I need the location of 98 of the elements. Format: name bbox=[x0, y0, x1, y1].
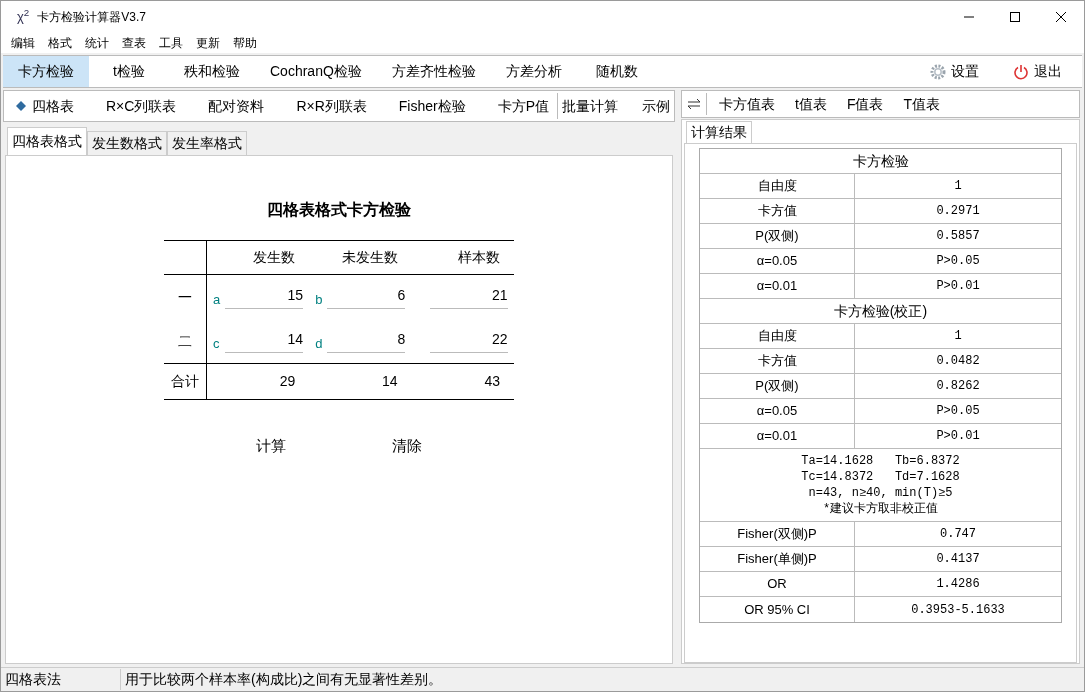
main-tab[interactable]: t检验 bbox=[89, 56, 169, 87]
row-label: 一 bbox=[178, 287, 192, 307]
maximize-icon bbox=[1010, 12, 1020, 22]
sub-tab[interactable]: Fisher检验 bbox=[386, 91, 478, 121]
result-value: P>0.05 bbox=[936, 403, 980, 420]
total-value: 29 bbox=[279, 372, 296, 391]
result-label: P(双侧) bbox=[755, 227, 799, 246]
result-tab[interactable]: 计算结果 bbox=[686, 121, 752, 143]
cell-tag: b bbox=[315, 290, 326, 310]
result-value: 1 bbox=[954, 178, 962, 195]
result-value: P>0.01 bbox=[936, 428, 980, 445]
format-tab[interactable]: 四格表格式 bbox=[7, 127, 87, 155]
gear-icon bbox=[930, 63, 946, 80]
result-label: Fisher(双侧)P bbox=[737, 525, 817, 544]
count-field[interactable]: 22 bbox=[429, 329, 508, 353]
result-label: OR bbox=[767, 575, 787, 594]
settings-button[interactable]: 设置 bbox=[930, 61, 979, 82]
cell-tag: a bbox=[213, 290, 223, 310]
sub-tab[interactable]: 四格表 bbox=[4, 91, 86, 121]
result-label: 自由度 bbox=[757, 177, 797, 196]
result-value: 0.5857 bbox=[936, 228, 980, 245]
result-label: α=0.05 bbox=[756, 252, 798, 271]
sub-tab[interactable]: R×C列联表 bbox=[94, 91, 189, 121]
cell-tag: d bbox=[315, 334, 326, 354]
result-value: 0.2971 bbox=[936, 203, 980, 220]
total-value: 43 bbox=[484, 372, 500, 391]
main-tab[interactable]: 卡方检验 bbox=[3, 56, 89, 87]
action-button[interactable]: 计算 bbox=[248, 435, 294, 458]
status-text: 用于比较两个样本率(构成比)之间有无显著性差别。 bbox=[124, 670, 443, 689]
table-tab[interactable]: T值表 bbox=[897, 93, 946, 115]
menu-item[interactable]: 更新 bbox=[196, 34, 220, 52]
main-tab[interactable]: 方差齐性检验 bbox=[376, 56, 491, 87]
diamond-icon bbox=[16, 101, 26, 111]
sub-tab[interactable]: 批量计算 bbox=[558, 91, 622, 121]
result-value: 1.4286 bbox=[936, 576, 980, 593]
action-button[interactable]: 清除 bbox=[384, 435, 430, 458]
sub-tab[interactable]: 示例 bbox=[638, 91, 674, 121]
count-field[interactable]: 6 bbox=[327, 285, 406, 309]
result-value: 0.3953-5.1633 bbox=[911, 601, 1005, 619]
sub-tab[interactable]: 卡方P值 bbox=[485, 91, 561, 121]
note-line: Ta=14.1628 Tb=6.8372 bbox=[801, 453, 960, 469]
count-field[interactable]: 8 bbox=[327, 329, 406, 353]
exit-button[interactable]: 退出 bbox=[1013, 61, 1062, 82]
close-icon bbox=[1056, 12, 1066, 22]
result-value: 1 bbox=[954, 328, 962, 345]
result-label: α=0.01 bbox=[756, 277, 798, 296]
app-icon: χ$^{2}$ bbox=[17, 7, 30, 27]
main-tab[interactable]: 随机数 bbox=[576, 56, 657, 87]
total-value: 14 bbox=[382, 372, 398, 391]
power-icon bbox=[1013, 63, 1029, 80]
section-title: 卡方检验(校正) bbox=[833, 301, 928, 321]
sub-tab[interactable]: R×R列联表 bbox=[284, 91, 379, 121]
result-label: 卡方值 bbox=[757, 202, 797, 221]
column-header: 未发生数 bbox=[341, 248, 398, 267]
result-label: 卡方值 bbox=[757, 352, 797, 371]
swap-icon[interactable] bbox=[687, 98, 701, 110]
result-value: P>0.05 bbox=[936, 253, 980, 270]
result-value: 0.747 bbox=[940, 526, 976, 543]
result-label: Fisher(单侧)P bbox=[737, 550, 817, 569]
column-header: 发生数 bbox=[253, 248, 296, 267]
row-label: 合计 bbox=[171, 372, 199, 391]
menu-item[interactable]: 统计 bbox=[85, 34, 109, 52]
column-header: 样本数 bbox=[458, 248, 500, 267]
note-line: Tc=14.8372 Td=7.1628 bbox=[801, 469, 960, 485]
window-title: 卡方检验计算器V3.7 bbox=[37, 9, 146, 26]
result-value: 0.0482 bbox=[936, 353, 980, 370]
result-label: P(双侧) bbox=[755, 377, 799, 396]
format-tab[interactable]: 发生率格式 bbox=[167, 131, 247, 155]
form-title: 四格表格式卡方检验 bbox=[267, 200, 411, 220]
main-tab[interactable]: 方差分析 bbox=[490, 56, 577, 87]
table-tab[interactable]: t值表 bbox=[789, 93, 833, 115]
main-tab[interactable]: 秩和检验 bbox=[169, 56, 255, 87]
result-label: α=0.01 bbox=[756, 427, 798, 446]
menu-item[interactable]: 帮助 bbox=[233, 34, 257, 52]
result-value: P>0.01 bbox=[936, 278, 980, 295]
result-label: OR 95% CI bbox=[744, 600, 810, 619]
sub-tab[interactable]: 配对资料 bbox=[196, 91, 277, 121]
menu-item[interactable]: 格式 bbox=[48, 34, 72, 52]
cell-tag: c bbox=[213, 334, 223, 354]
main-tab[interactable]: CochranQ检验 bbox=[255, 56, 377, 87]
table-tab[interactable]: 卡方值表 bbox=[713, 93, 781, 115]
note-line: n=43, n≥40, min(T)≥5 bbox=[808, 485, 953, 501]
menu-item[interactable]: 查表 bbox=[122, 34, 146, 52]
count-field[interactable]: 21 bbox=[429, 285, 508, 309]
menu-item[interactable]: 编辑 bbox=[11, 34, 35, 52]
result-label: 自由度 bbox=[757, 327, 797, 346]
result-label: α=0.05 bbox=[756, 402, 798, 421]
format-tab[interactable]: 发生数格式 bbox=[87, 131, 167, 155]
result-value: 0.8262 bbox=[936, 378, 980, 395]
section-title: 卡方检验 bbox=[852, 151, 909, 171]
count-field[interactable]: 14 bbox=[225, 329, 303, 353]
status-text: 四格表法 bbox=[1, 669, 121, 690]
result-value: 0.4137 bbox=[936, 551, 980, 568]
menu-item[interactable]: 工具 bbox=[159, 34, 183, 52]
note-line: *建议卡方取非校正值 bbox=[822, 501, 939, 517]
row-label: 二 bbox=[178, 331, 192, 351]
count-field[interactable]: 15 bbox=[225, 285, 303, 309]
table-tab[interactable]: F值表 bbox=[840, 93, 890, 115]
